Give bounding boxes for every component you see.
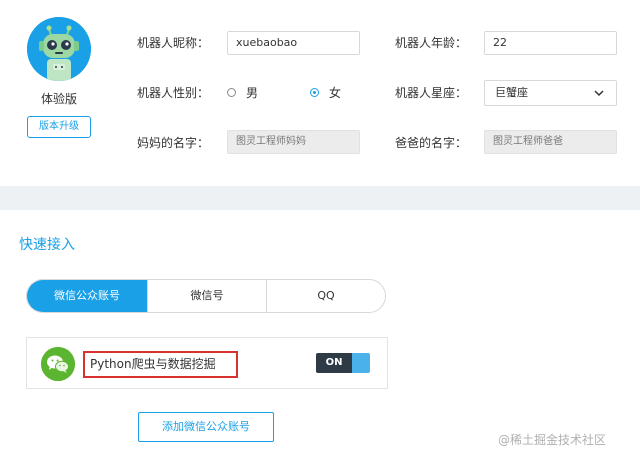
gender-male-label: 男: [246, 86, 259, 100]
watermark: @稀土掘金技术社区: [498, 433, 607, 447]
robot-avatar: [27, 17, 91, 81]
father-name-field[interactable]: 图灵工程师爸爸: [484, 130, 617, 154]
chevron-down-icon: [594, 90, 604, 97]
tab-qq[interactable]: QQ: [267, 280, 385, 312]
constellation-label: 机器人星座：: [395, 86, 468, 100]
gender-label: 机器人性别：: [137, 86, 210, 100]
account-card: Python爬虫与数据挖掘 ON: [26, 337, 388, 389]
toggle-knob: [352, 353, 370, 373]
age-label: 机器人年龄：: [395, 36, 468, 50]
version-name: 体验版: [40, 92, 77, 106]
age-field[interactable]: 22: [484, 31, 617, 55]
toggle-on-label: ON: [316, 353, 352, 373]
section-divider: [0, 186, 640, 210]
account-toggle[interactable]: ON: [316, 353, 370, 373]
add-wechat-account-button[interactable]: 添加微信公众账号: [138, 412, 274, 442]
nickname-field[interactable]: xuebaobao: [227, 31, 360, 55]
nickname-label: 机器人昵称：: [137, 36, 210, 50]
mother-name-label: 妈妈的名字：: [137, 136, 210, 150]
constellation-value: 巨蟹座: [495, 86, 528, 99]
gender-male-radio[interactable]: 男: [227, 84, 258, 101]
radio-checked-icon: [310, 88, 319, 97]
account-name: Python爬虫与数据挖掘: [83, 351, 238, 378]
mother-name-field[interactable]: 图灵工程师妈妈: [227, 130, 360, 154]
quick-access-title: 快速接入: [19, 237, 75, 253]
tab-wechat-official-account[interactable]: 微信公众账号: [27, 280, 148, 312]
upgrade-button[interactable]: 版本升级: [27, 116, 91, 138]
wechat-icon: [41, 347, 75, 381]
robot-avatar-icon: [27, 17, 91, 81]
profile-section: 体验版 版本升级 机器人昵称： xuebaobao 机器人年龄： 22 机器人性…: [0, 0, 640, 186]
constellation-select[interactable]: 巨蟹座: [484, 80, 617, 106]
robot-settings-page: 体验版 版本升级 机器人昵称： xuebaobao 机器人年龄： 22 机器人性…: [0, 0, 640, 463]
gender-female-label: 女: [329, 86, 342, 100]
father-name-label: 爸爸的名字：: [395, 136, 468, 150]
radio-unchecked-icon: [227, 88, 236, 97]
gender-female-radio[interactable]: 女: [310, 84, 341, 101]
tab-wechat[interactable]: 微信号: [148, 280, 267, 312]
platform-tabs: 微信公众账号 微信号 QQ: [26, 279, 386, 313]
